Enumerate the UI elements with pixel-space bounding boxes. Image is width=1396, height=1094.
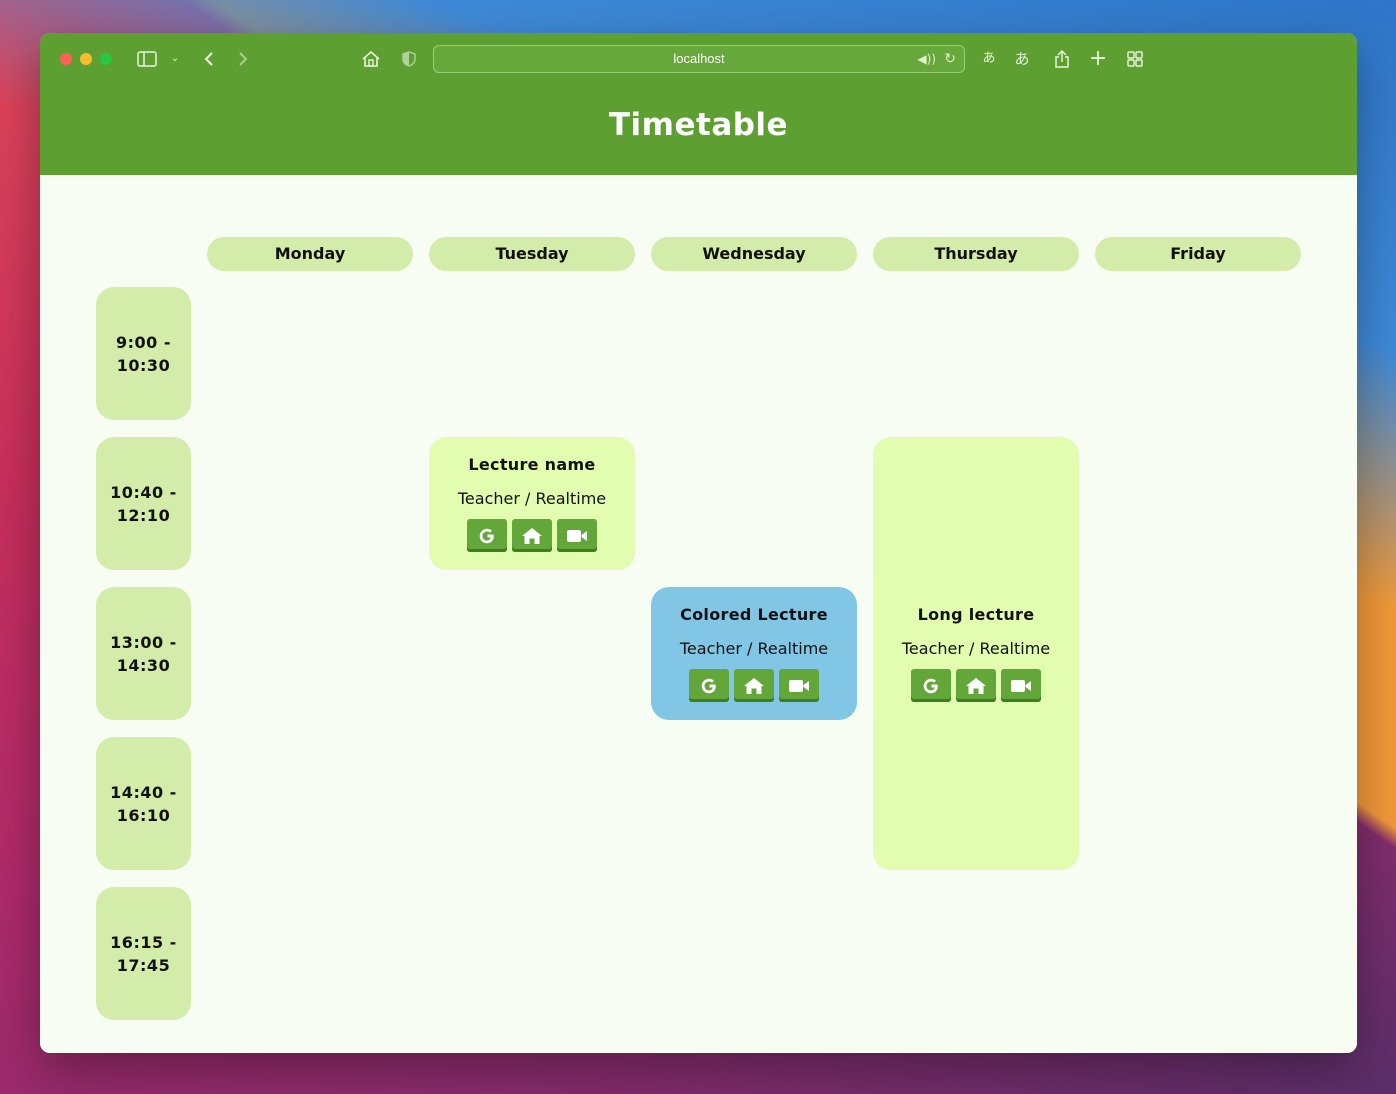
time-slot-1: 9:00 - 10:30 — [96, 287, 191, 420]
home-link-button[interactable] — [512, 519, 552, 552]
time-slot-4: 14:40 - 16:10 — [96, 737, 191, 870]
video-link-button[interactable] — [779, 669, 819, 702]
lecture-info: Teacher / Realtime — [901, 639, 1051, 658]
lecture-name: Colored Lecture — [680, 605, 828, 624]
url-text[interactable]: localhost — [434, 46, 964, 72]
day-header-friday: Friday — [1095, 237, 1301, 271]
share-icon[interactable] — [1052, 47, 1072, 71]
browser-toolbar: ⌄ localhost ◀︎)) ↻ あ あ + — [40, 33, 1357, 85]
address-bar[interactable]: localhost ◀︎)) ↻ — [433, 45, 965, 73]
lecture-buttons — [911, 669, 1041, 702]
translate-menu-icon[interactable]: あ — [1012, 47, 1032, 71]
back-arrow-icon[interactable] — [200, 47, 218, 71]
video-camera-icon — [566, 528, 588, 544]
lecture-card[interactable]: Long lecture Teacher / Realtime — [873, 437, 1079, 870]
timetable-grid: Monday Tuesday Wednesday Thursday Friday… — [40, 175, 1357, 1053]
sidebar-toggle-icon[interactable] — [136, 47, 158, 71]
google-icon — [477, 526, 497, 546]
lecture-info: Teacher / Realtime — [679, 639, 829, 658]
day-header-wednesday: Wednesday — [651, 237, 857, 271]
time-slot-3: 13:00 - 14:30 — [96, 587, 191, 720]
forward-arrow-icon[interactable] — [234, 47, 252, 71]
home-icon — [521, 527, 543, 545]
page-title: Timetable — [608, 107, 789, 143]
lecture-name: Long lecture — [917, 605, 1035, 624]
translate-icon[interactable]: あ — [980, 47, 998, 71]
speaker-icon[interactable]: ◀︎)) — [917, 46, 936, 72]
lecture-name: Lecture name — [468, 455, 596, 474]
home-icon — [965, 677, 987, 695]
reload-icon[interactable]: ↻ — [944, 46, 956, 72]
privacy-shield-icon[interactable] — [400, 47, 418, 71]
lecture-info: Teacher / Realtime — [457, 489, 607, 508]
lecture-card[interactable]: Colored Lecture Teacher / Realtime — [651, 587, 857, 720]
close-window-button[interactable] — [60, 53, 72, 65]
google-icon — [699, 676, 719, 696]
chevron-down-icon[interactable]: ⌄ — [168, 47, 182, 71]
day-header-tuesday: Tuesday — [429, 237, 635, 271]
video-link-button[interactable] — [1001, 669, 1041, 702]
google-link-button[interactable] — [467, 519, 507, 552]
day-header-monday: Monday — [207, 237, 413, 271]
video-camera-icon — [788, 678, 810, 694]
google-link-button[interactable] — [689, 669, 729, 702]
home-link-button[interactable] — [956, 669, 996, 702]
tab-overview-icon[interactable] — [1125, 47, 1145, 71]
day-header-thursday: Thursday — [873, 237, 1079, 271]
page-header: Timetable — [40, 85, 1357, 175]
minimize-window-button[interactable] — [80, 53, 92, 65]
zoom-window-button[interactable] — [100, 53, 112, 65]
video-camera-icon — [1010, 678, 1032, 694]
home-link-button[interactable] — [734, 669, 774, 702]
time-slot-2: 10:40 - 12:10 — [96, 437, 191, 570]
new-tab-plus-icon[interactable]: + — [1088, 47, 1108, 71]
home-icon[interactable] — [360, 47, 382, 71]
browser-window: ⌄ localhost ◀︎)) ↻ あ あ + Timetable Monda… — [40, 33, 1357, 1053]
google-link-button[interactable] — [911, 669, 951, 702]
lecture-card[interactable]: Lecture name Teacher / Realtime — [429, 437, 635, 570]
home-icon — [743, 677, 765, 695]
lecture-buttons — [689, 669, 819, 702]
time-slot-5: 16:15 - 17:45 — [96, 887, 191, 1020]
lecture-buttons — [467, 519, 597, 552]
google-icon — [921, 676, 941, 696]
video-link-button[interactable] — [557, 519, 597, 552]
